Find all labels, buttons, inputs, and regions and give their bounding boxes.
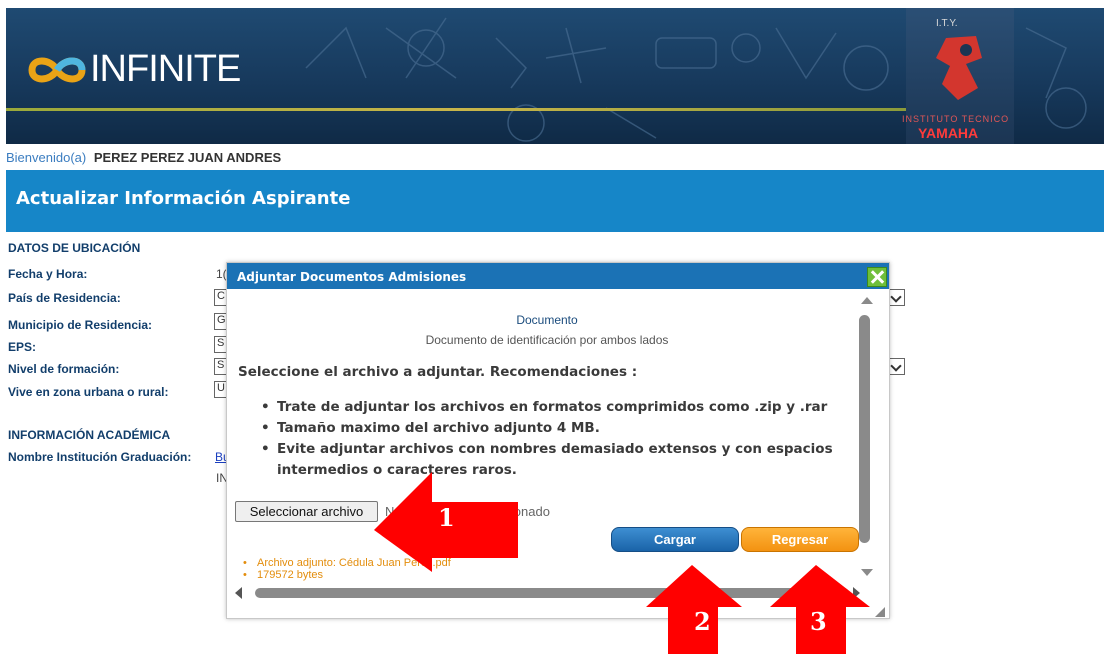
label-institution: Nombre Institución Graduación: xyxy=(8,450,192,464)
section-location: DATOS DE UBICACIÓN xyxy=(8,241,141,255)
infinite-logo: INFINITE xyxy=(26,48,241,91)
institute-label: INSTITUTO TECNICO xyxy=(902,114,1010,124)
dialog-title: Adjuntar Documentos Admisiones xyxy=(237,270,467,284)
page-title: Actualizar Información Aspirante xyxy=(16,188,351,209)
dialog-title-bar[interactable]: Adjuntar Documentos Admisiones xyxy=(227,263,889,289)
recommendation-item: Evite adjuntar archivos con nombres dema… xyxy=(257,439,867,481)
annotation-label-1: 1 xyxy=(438,503,455,532)
recommendation-item: Tamaño maximo del archivo adjunto 4 MB. xyxy=(257,418,867,439)
recommendations-list: Trate de adjuntar los archivos en format… xyxy=(257,397,867,481)
label-education-level: Nivel de formación: xyxy=(8,362,120,376)
logo-text: INFINITE xyxy=(90,48,241,90)
document-description: Documento de identificación por ambos la… xyxy=(425,333,669,347)
label-eps: EPS: xyxy=(8,340,37,354)
label-zone: Vive en zona urbana o rural: xyxy=(8,385,169,399)
upload-button[interactable]: Cargar xyxy=(611,527,739,552)
instruction-text: Seleccione el archivo a adjuntar. Recome… xyxy=(238,364,638,380)
back-button[interactable]: Regresar xyxy=(741,527,859,552)
label-municipality: Municipio de Residencia: xyxy=(8,318,153,332)
document-title: Documento xyxy=(516,313,578,327)
label-country: País de Residencia: xyxy=(8,291,121,305)
page-title-bar: Actualizar Información Aspirante xyxy=(6,170,1104,232)
ity-label: I.T.Y. xyxy=(936,18,958,29)
annotation-label-3: 3 xyxy=(810,607,827,636)
welcome-label: Bienvenido(a) xyxy=(6,150,87,165)
horizontal-scrollbar[interactable] xyxy=(255,588,849,598)
page: INFINITE I.T.Y. INSTITUTO TECNICO YAMAHA… xyxy=(0,0,1104,654)
recommendation-item: Trate de adjuntar los archivos en format… xyxy=(257,397,867,418)
label-date-time: Fecha y Hora: xyxy=(8,267,88,281)
select-file-button[interactable]: Seleccionar archivo xyxy=(235,501,378,522)
close-icon[interactable] xyxy=(867,267,887,287)
scroll-up-icon[interactable] xyxy=(861,297,873,304)
user-name: PEREZ PEREZ JUAN ANDRES xyxy=(93,150,282,165)
vertical-scrollbar[interactable] xyxy=(859,315,870,543)
annotation-label-2: 2 xyxy=(694,607,711,636)
scroll-left-icon[interactable] xyxy=(235,587,242,599)
resize-grip-icon[interactable] xyxy=(875,607,885,617)
yamaha-logo: YAMAHA xyxy=(918,125,979,141)
banner-divider xyxy=(6,108,916,111)
welcome-line: Bienvenido(a) PEREZ PEREZ JUAN ANDRES xyxy=(6,150,281,165)
infinity-icon xyxy=(28,57,86,82)
header-banner: INFINITE I.T.Y. INSTITUTO TECNICO YAMAHA xyxy=(6,8,1104,144)
section-academic: INFORMACIÓN ACADÉMICA xyxy=(8,428,171,442)
